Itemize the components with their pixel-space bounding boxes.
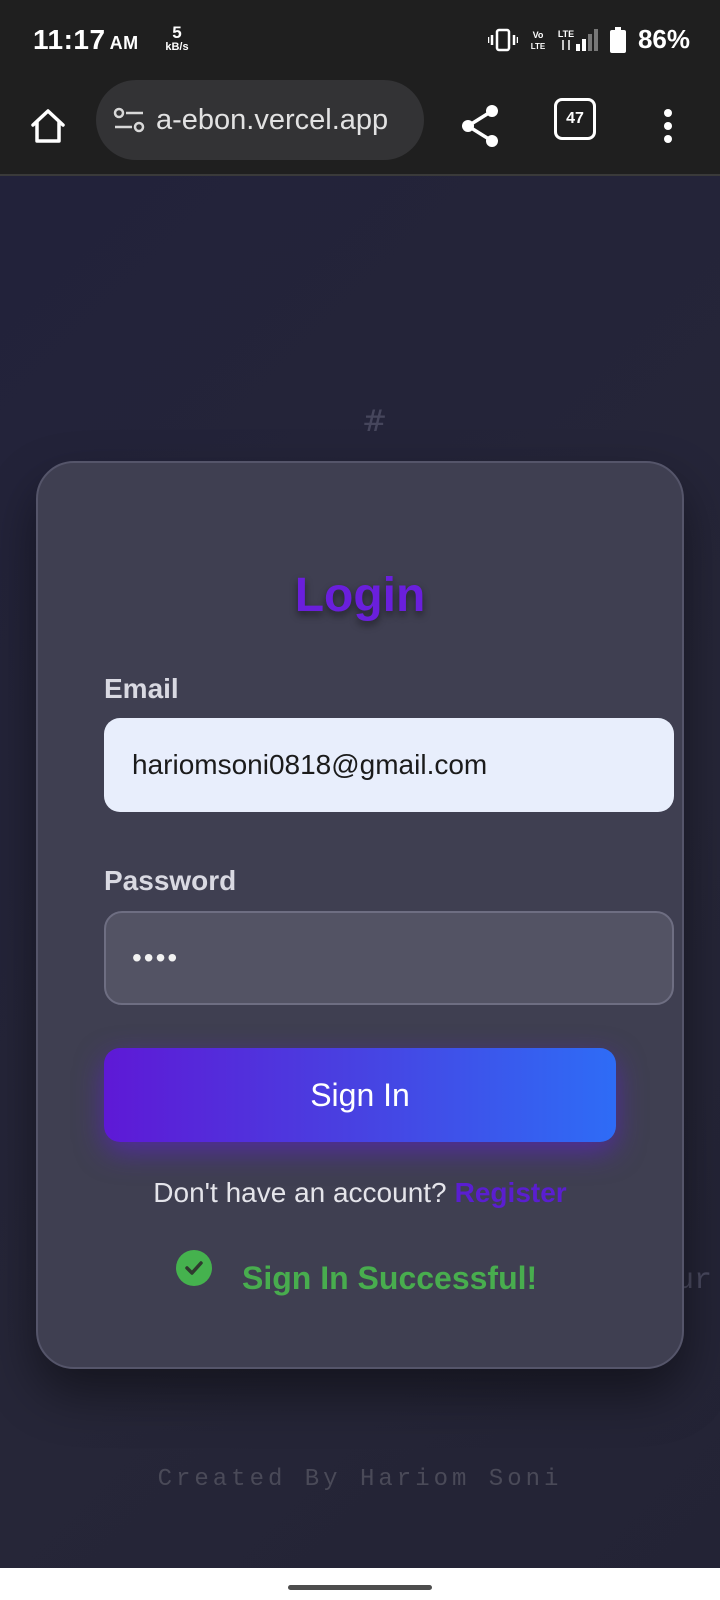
- clock-time: 11:17: [33, 24, 106, 55]
- site-settings-icon[interactable]: [112, 105, 146, 135]
- success-message: Sign In Successful!: [242, 1260, 538, 1296]
- password-field[interactable]: ••••: [104, 911, 674, 1005]
- login-title: Login: [294, 569, 426, 622]
- more-menu-button[interactable]: [648, 98, 688, 154]
- url-text: a-ebon.vercel.app: [156, 103, 389, 136]
- network-speed-unit: kB/s: [165, 41, 189, 53]
- email-value: hariomsoni0818@gmail.com: [132, 749, 488, 780]
- sign-in-button[interactable]: Sign In: [104, 1048, 616, 1142]
- web-page: # ur Login Email hariomsoni0818@gmail.co…: [0, 176, 720, 1568]
- home-button[interactable]: [22, 100, 74, 152]
- share-button[interactable]: [452, 98, 508, 154]
- login-card: Login Email hariomsoni0818@gmail.com Pas…: [36, 461, 684, 1369]
- status-bar: 11:17 AM 5 kB/s Vo LTE LTE 86%: [0, 0, 720, 80]
- register-link[interactable]: Register: [455, 1177, 567, 1208]
- svg-text:LTE: LTE: [558, 29, 574, 39]
- password-value: ••••: [132, 942, 180, 973]
- credit-footer: Created By Hariom Soni: [157, 1466, 563, 1493]
- network-speed: 5 kB/s: [162, 24, 192, 53]
- tab-switcher-button[interactable]: 47: [554, 98, 596, 140]
- network-speed-value: 5: [172, 23, 182, 42]
- clock-ampm: AM: [109, 33, 139, 53]
- checkmark-icon: [185, 1261, 203, 1275]
- more-vert-icon: [664, 109, 672, 143]
- register-prompt-text: Don't have an account?: [153, 1177, 447, 1208]
- home-icon: [31, 109, 65, 143]
- address-bar[interactable]: a-ebon.vercel.app: [96, 80, 424, 160]
- svg-text:LTE: LTE: [531, 42, 546, 51]
- password-label: Password: [104, 865, 237, 896]
- battery-icon: [609, 26, 626, 53]
- status-time: 11:17 AM: [33, 24, 139, 56]
- register-prompt: Don't have an account? Register: [38, 1177, 682, 1209]
- email-label: Email: [104, 673, 179, 704]
- gesture-nav-bar: [0, 1568, 720, 1600]
- vibrate-icon: [487, 28, 518, 51]
- share-icon: [462, 105, 498, 147]
- home-gesture-handle[interactable]: [288, 1585, 432, 1590]
- svg-text:Vo: Vo: [533, 30, 544, 40]
- sign-in-label: Sign In: [310, 1076, 410, 1113]
- battery-percentage: 86%: [637, 24, 690, 54]
- lte-signal-icon: LTE: [558, 28, 598, 51]
- status-icons: Vo LTE LTE 86%: [487, 24, 690, 55]
- check-circle-icon: [176, 1250, 212, 1286]
- tab-count: 47: [566, 110, 584, 127]
- volte-icon: Vo LTE: [531, 30, 546, 51]
- email-field[interactable]: hariomsoni0818@gmail.com: [104, 718, 674, 812]
- background-decoration-hash: #: [362, 404, 388, 439]
- browser-toolbar: a-ebon.vercel.app 47: [0, 80, 720, 176]
